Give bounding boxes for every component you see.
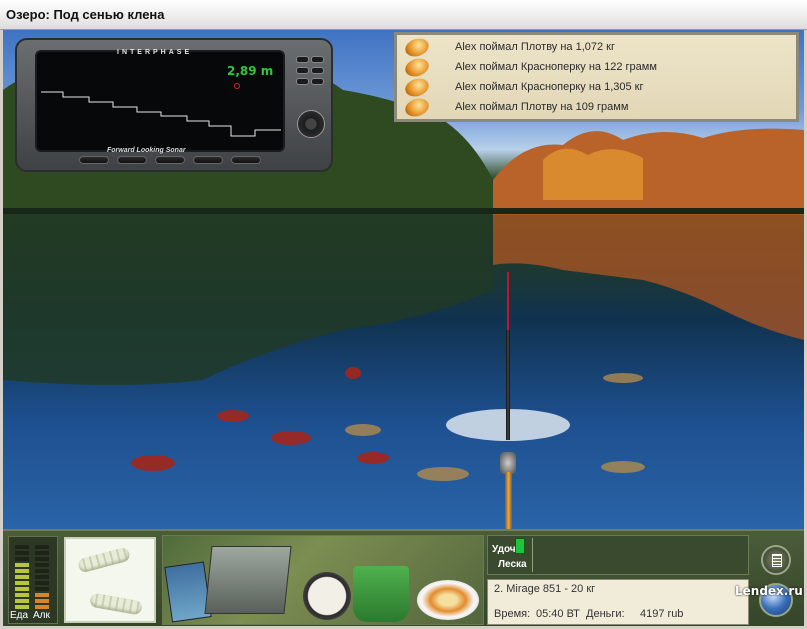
catch-log-panel: Alex поймал Плотву на 1,072 кг Alex пойм… (394, 32, 799, 122)
rod-panel-divider (532, 538, 533, 572)
sonar-soft-button[interactable] (155, 156, 185, 164)
sonar-button-row[interactable] (79, 156, 279, 166)
meter-segment (15, 575, 29, 579)
notepad-icon (772, 554, 782, 567)
sonar-label: Forward Looking Sonar (107, 147, 186, 154)
alcohol-label: Алк (33, 610, 50, 621)
rod-label: Удоч (492, 544, 516, 555)
meter-segment (35, 587, 49, 591)
time-label: Время: (494, 608, 531, 620)
meter-segment (35, 605, 49, 609)
rod-blank (506, 330, 510, 440)
sonar-keypad[interactable] (295, 54, 327, 87)
sonar-depth-readout: 2,89 m (227, 64, 274, 78)
fish-badge-icon (402, 55, 432, 80)
meter-segment (35, 545, 49, 549)
compass-icon[interactable] (303, 572, 351, 620)
meter-segment (15, 569, 29, 573)
window-titlebar: Озеро: Под сенью клена (0, 0, 807, 30)
window-title: Озеро: Под сенью клена (6, 7, 165, 22)
meter-segment (15, 557, 29, 561)
line-label: Леска (498, 559, 527, 570)
watermark: Lendex.ru (735, 584, 803, 598)
meter-segment (15, 593, 29, 597)
alcohol-meter (35, 545, 49, 609)
inventory-panel[interactable] (162, 535, 484, 625)
sonar-device[interactable]: 2,89 m Forward Looking Sonar INTERPHASE (15, 38, 333, 172)
sonar-key[interactable] (296, 78, 309, 85)
sonar-soft-button[interactable] (231, 156, 261, 164)
catch-log-entry: Alex поймал Красноперку на 1,305 кг (402, 75, 793, 100)
lake-scene[interactable]: 2,89 m Forward Looking Sonar INTERPHASE … (3, 30, 804, 529)
rod-reel[interactable] (500, 452, 516, 474)
sonar-lure-marker (234, 83, 240, 89)
menu-button[interactable] (761, 545, 791, 575)
time-value: 05:40 ВТ (536, 608, 580, 620)
reflection-left (3, 214, 493, 385)
meter-segment (35, 563, 49, 567)
larva-bait-icon (89, 592, 143, 616)
larva-bait-icon (77, 546, 131, 574)
fish-badge-icon (402, 75, 432, 100)
catch-log-text: Alex поймал Красноперку на 1,305 кг (455, 81, 644, 93)
money-label: Деньги: (586, 608, 625, 620)
rod-status-panel[interactable]: Удоч Леска (487, 535, 749, 575)
tackle-box-icon[interactable] (204, 546, 292, 614)
sonar-key[interactable] (311, 67, 324, 74)
meter-segment (15, 563, 29, 567)
sonar-key[interactable] (311, 78, 324, 85)
bottom-hud: Еда Алк Удоч Леска 2. Mirage 851 - 20 кг… (3, 529, 804, 626)
catch-log-entry: Alex поймал Плотву на 109 грамм (402, 95, 793, 120)
meter-segment (15, 587, 29, 591)
fish-bucket-icon[interactable] (353, 566, 409, 622)
meter-segment (15, 599, 29, 603)
meter-segment (15, 545, 29, 549)
meter-segment (35, 575, 49, 579)
rod-indicator[interactable] (515, 538, 525, 554)
sonar-key[interactable] (311, 56, 324, 63)
food-plate-icon[interactable] (417, 580, 479, 620)
food-meter (15, 545, 29, 609)
catch-log-text: Alex поймал Плотву на 1,072 кг (455, 41, 616, 53)
tackle-name: 2. Mirage 851 - 20 кг (494, 583, 596, 595)
sonar-soft-button[interactable] (117, 156, 147, 164)
food-label: Еда (10, 610, 29, 621)
status-meters: Еда Алк (8, 536, 58, 624)
sonar-brand: INTERPHASE (117, 49, 193, 56)
catch-log-entry: Alex поймал Красноперку на 122 грамм (402, 55, 793, 80)
meter-segment (35, 569, 49, 573)
sonar-key[interactable] (296, 67, 309, 74)
meter-segment (15, 605, 29, 609)
meter-segment (15, 551, 29, 555)
money-value: 4197 rub (640, 608, 684, 620)
catch-log-text: Alex поймал Красноперку на 122 грамм (455, 61, 657, 73)
catch-log-entry: Alex поймал Плотву на 1,072 кг (402, 35, 793, 60)
fish-badge-icon (402, 35, 432, 60)
fish-badge-icon (402, 95, 432, 120)
sonar-key[interactable] (296, 56, 309, 63)
sonar-dpad-button[interactable] (297, 110, 325, 138)
right-autumn-highlight (543, 148, 643, 200)
meter-segment (35, 581, 49, 585)
meter-segment (35, 557, 49, 561)
meter-segment (35, 593, 49, 597)
meter-segment (35, 551, 49, 555)
catch-log-text: Alex поймал Плотву на 109 грамм (455, 101, 629, 113)
rod-tip (507, 272, 509, 332)
reflection-right (493, 214, 804, 340)
sonar-soft-button[interactable] (193, 156, 223, 164)
shoreline (3, 208, 804, 214)
right-autumn-trees (493, 128, 804, 215)
bait-slot[interactable] (64, 537, 156, 623)
sonar-screen: 2,89 m Forward Looking Sonar (35, 50, 285, 154)
meter-segment (15, 581, 29, 585)
rod-grip (505, 472, 512, 529)
sonar-soft-button[interactable] (79, 156, 109, 164)
tackle-info-panel: 2. Mirage 851 - 20 кг Время: 05:40 ВТ Де… (487, 579, 749, 625)
meter-segment (35, 599, 49, 603)
fishing-rod[interactable] (500, 272, 516, 529)
sonar-depth-line (41, 91, 281, 137)
